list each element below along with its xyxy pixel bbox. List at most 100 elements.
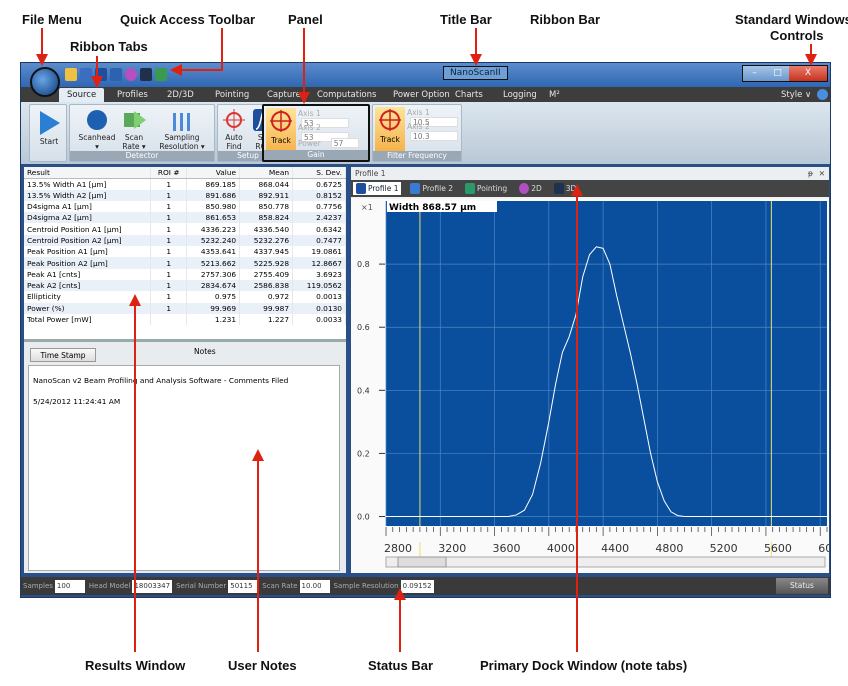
- dock-tab-2d[interactable]: 2D: [516, 182, 545, 195]
- table-cell: 5225.928: [239, 257, 294, 269]
- table-cell: Centroid Position A1 [µm]: [24, 223, 152, 235]
- filter-axis2-field[interactable]: Axis 210.3: [407, 122, 461, 141]
- pin-icon[interactable]: ᵽ: [808, 169, 813, 178]
- tab-charts[interactable]: Charts: [447, 88, 491, 102]
- table-cell: 0.975: [186, 291, 241, 303]
- 3d-icon[interactable]: [140, 68, 152, 81]
- table-row[interactable]: Total Power [mW] 1.231 1.227 0.0033: [24, 313, 346, 326]
- gain-power-label: Power: [298, 139, 321, 148]
- table-row[interactable]: Peak Position A2 [µm] 1 5213.662 5225.928 12…: [24, 257, 346, 269]
- table-row[interactable]: 13.5% Width A1 [µm] 1 869.185 868.044 0.6725: [24, 178, 346, 190]
- style-menu[interactable]: Style ∨: [773, 88, 819, 102]
- table-cell: 0.0013: [292, 291, 346, 303]
- table-row[interactable]: 13.5% Width A2 [µm] 1 891.686 892.911 0.8152: [24, 189, 346, 201]
- gain-power-field[interactable]: Power 57: [298, 138, 359, 148]
- table-cell: 0.0033: [292, 313, 346, 326]
- dock-tab-profile-2[interactable]: Profile 2: [407, 182, 455, 195]
- table-cell: 99.969: [186, 302, 241, 314]
- save-icon[interactable]: [80, 68, 92, 81]
- tab-computations[interactable]: Computations: [309, 88, 384, 102]
- y-tick-label: 0.8: [357, 260, 370, 269]
- column-header[interactable]: ROI #: [150, 167, 188, 179]
- filter-axis2-input[interactable]: 10.3: [410, 131, 458, 141]
- close-dock-icon[interactable]: ✕: [819, 169, 825, 178]
- column-header[interactable]: S. Dev.: [292, 167, 346, 179]
- sampling-resolution-button[interactable]: Sampling Resolution ▾: [152, 109, 212, 151]
- table-row[interactable]: Peak A2 [cnts] 1 2834.674 2586.838 119.0562: [24, 279, 346, 292]
- scan-rate-button[interactable]: Scan Rate ▾: [118, 109, 150, 151]
- primary-dock-window: Profile 1 ᵽ ✕ Profile 1 Profile 2 Pointi…: [351, 167, 829, 573]
- tab-2d3d[interactable]: 2D/3D: [159, 88, 202, 102]
- tab-logging[interactable]: Logging: [495, 88, 545, 102]
- 2d-icon[interactable]: [125, 68, 137, 81]
- annotation-windows-controls-2: Controls: [770, 28, 824, 43]
- close-button[interactable]: X: [789, 66, 827, 81]
- play-icon: [40, 111, 60, 135]
- table-row[interactable]: D4sigma A1 [µm] 1 850.980 850.778 0.7756: [24, 200, 346, 213]
- help-icon[interactable]: [817, 89, 828, 100]
- scan-rate-icon: [124, 111, 146, 129]
- dock-tab-3d[interactable]: 3D: [551, 182, 580, 195]
- dock-tabs: Profile 1 Profile 2 Pointing 2D 3D: [351, 180, 829, 197]
- table-cell: 1: [150, 291, 188, 303]
- open-icon[interactable]: [65, 68, 77, 81]
- time-stamp-button[interactable]: Time Stamp: [30, 348, 96, 362]
- annotation-results-window: Results Window: [85, 658, 186, 673]
- table-cell: 5213.662: [186, 257, 241, 269]
- x-tick-label: 4000: [547, 542, 575, 555]
- status-field: Scan Rate 10.00: [262, 579, 330, 593]
- column-header[interactable]: Value: [186, 167, 241, 179]
- table-row[interactable]: Centroid Position A1 [µm] 1 4336.223 4336.5…: [24, 223, 346, 235]
- status-label: Sample Resolution: [333, 581, 399, 590]
- profile-icon: [410, 183, 421, 194]
- table-cell: 0.7756: [292, 200, 346, 213]
- column-header[interactable]: Result: [24, 167, 152, 179]
- tab-m2[interactable]: M²: [541, 88, 568, 102]
- dock-tab-profile-1[interactable]: Profile 1: [353, 182, 402, 195]
- gain-track-label: Track: [271, 136, 291, 145]
- table-cell: 869.185: [186, 178, 241, 190]
- scrollbar-thumb[interactable]: [397, 556, 447, 568]
- table-cell: 1: [150, 302, 188, 314]
- table-cell: 1: [150, 178, 188, 190]
- file-menu-button[interactable]: [30, 67, 60, 97]
- table-cell: 0.972: [239, 291, 294, 303]
- table-row[interactable]: Ellipticity 1 0.975 0.972 0.0013: [24, 291, 346, 303]
- scanhead-label: Scanhead: [78, 133, 116, 142]
- tab-pointing[interactable]: Pointing: [207, 88, 257, 102]
- notes-textarea[interactable]: NanoScan v2 Beam Profiling and Analysis …: [28, 365, 340, 571]
- minimize-button[interactable]: –: [743, 66, 766, 81]
- table-row[interactable]: Peak A1 [cnts] 1 2757.306 2755.409 3.6923: [24, 268, 346, 280]
- table-cell: 1: [150, 223, 188, 235]
- dock-title: Profile 1: [355, 169, 386, 178]
- column-header[interactable]: Mean: [239, 167, 294, 179]
- tab-capture[interactable]: Capture: [259, 88, 309, 102]
- table-row[interactable]: Peak Position A1 [µm] 1 4353.641 4337.945 19…: [24, 246, 346, 258]
- notes-line: 5/24/2012 11:24:41 AM: [33, 397, 121, 406]
- table-row[interactable]: Power (%) 1 99.969 99.987 0.0130: [24, 302, 346, 314]
- tab-source[interactable]: Source: [59, 88, 105, 102]
- tab-profiles[interactable]: Profiles: [109, 88, 156, 102]
- table-cell: 2586.838: [239, 279, 294, 292]
- table-row[interactable]: Centroid Position A2 [µm] 1 5232.240 5232.2…: [24, 234, 346, 247]
- table-cell: 850.980: [186, 200, 241, 213]
- auto-find-button[interactable]: Auto Find: [220, 109, 248, 151]
- profile-icon[interactable]: [95, 68, 107, 81]
- table-cell: 19.0861: [292, 246, 346, 258]
- gain-power-input[interactable]: 57: [330, 138, 359, 148]
- profile-chart: 0.0 0.2 0.4 0.6 0.8 2800 3200 3600 4000 4400 4800 5…: [351, 199, 829, 573]
- profile-2-icon[interactable]: [110, 68, 122, 81]
- horizontal-scrollbar[interactable]: [385, 556, 826, 568]
- table-row[interactable]: D4sigma A2 [µm] 1 861.653 858.824 2.4237: [24, 212, 346, 224]
- maximize-button[interactable]: □: [766, 66, 789, 81]
- table-cell: 4353.641: [186, 246, 241, 258]
- scanhead-button[interactable]: Scanhead ▾: [74, 109, 120, 151]
- status-button[interactable]: Status: [776, 578, 828, 594]
- window-controls: – □ X: [742, 65, 828, 82]
- dock-tab-pointing[interactable]: Pointing: [462, 182, 510, 195]
- start-button[interactable]: Start: [34, 111, 64, 146]
- x-tick-label: 4400: [601, 542, 629, 555]
- tab-label: Profile 1: [368, 184, 399, 193]
- pointing-icon[interactable]: [155, 68, 167, 81]
- title-bar: NanoScanII – □ X: [21, 63, 830, 87]
